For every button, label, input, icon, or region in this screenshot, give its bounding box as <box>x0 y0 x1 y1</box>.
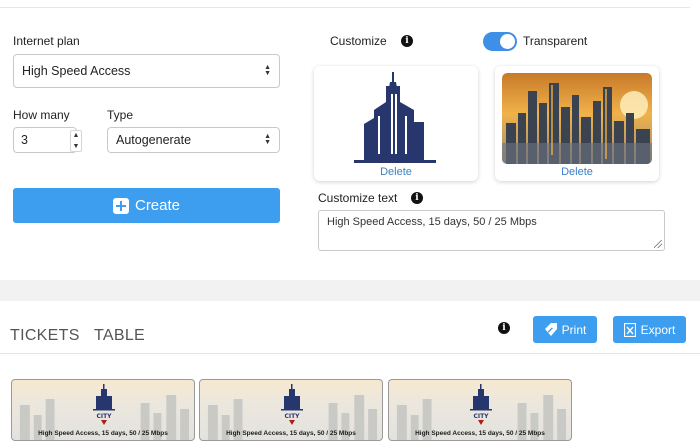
ticket-logo-icon: CITY <box>470 384 492 425</box>
internet-plan-label: Internet plan <box>13 34 80 48</box>
ticket-logo-text: CITY <box>473 413 489 420</box>
ticket-preview[interactable]: CITY High Speed Access, 15 days, 50 / 25… <box>199 379 383 441</box>
tabs-divider <box>0 353 700 354</box>
chevron-up-down-icon: ▲ ▼ <box>264 64 271 77</box>
tab-tickets[interactable]: TICKETS <box>10 327 80 345</box>
transparent-toggle[interactable] <box>483 32 517 51</box>
type-select[interactable]: Autogenerate ▲ ▼ <box>107 127 280 153</box>
customize-text-value: High Speed Access, 15 days, 50 / 25 Mbps <box>327 216 537 228</box>
generator-panel: Internet plan High Speed Access ▲ ▼ How m… <box>0 0 700 280</box>
ticket-logo-text: CITY <box>284 413 300 420</box>
ticket-logo-icon: CITY <box>281 384 303 425</box>
info-icon[interactable]: i <box>411 192 423 204</box>
customize-text-field[interactable]: High Speed Access, 15 days, 50 / 25 Mbps <box>318 210 665 251</box>
create-button[interactable]: Create <box>13 188 280 223</box>
export-button-label: Export <box>640 322 676 337</box>
how-many-input[interactable]: 3 ▲ ▼ <box>13 127 82 153</box>
toggle-knob <box>500 34 515 49</box>
ticket-logo-icon: CITY <box>93 384 115 425</box>
delete-background-link[interactable]: Delete <box>495 166 659 178</box>
internet-plan-value: High Speed Access <box>22 64 131 78</box>
export-icon <box>623 322 636 337</box>
resize-handle-icon[interactable] <box>654 240 662 248</box>
ticket-preview[interactable]: CITY High Speed Access, 15 days, 50 / 25… <box>11 379 195 441</box>
info-icon[interactable]: i <box>498 322 510 334</box>
print-button[interactable]: Print <box>533 316 597 343</box>
logo-card: Delete <box>314 66 478 181</box>
quantity-stepper[interactable]: ▲ ▼ <box>70 130 82 152</box>
top-divider <box>0 7 690 8</box>
delete-logo-link[interactable]: Delete <box>314 166 478 178</box>
export-button[interactable]: Export <box>613 316 686 343</box>
plus-icon <box>112 197 129 214</box>
ticket-preview[interactable]: CITY High Speed Access, 15 days, 50 / 25… <box>388 379 572 441</box>
type-label: Type <box>107 108 134 122</box>
stepper-down-icon[interactable]: ▼ <box>73 143 80 150</box>
info-icon[interactable]: i <box>401 35 413 47</box>
tab-table[interactable]: TABLE <box>94 327 145 345</box>
ticket-text: High Speed Access, 15 days, 50 / 25 Mbps <box>226 430 356 437</box>
how-many-label: How many <box>13 108 70 122</box>
customize-label: Customize <box>330 34 387 48</box>
ticket-text: High Speed Access, 15 days, 50 / 25 Mbps <box>38 430 168 437</box>
chevron-up-down-icon: ▲ ▼ <box>264 133 271 146</box>
ticket-logo-text: CITY <box>96 413 112 420</box>
internet-plan-select[interactable]: High Speed Access ▲ ▼ <box>13 54 280 88</box>
city-skyline-photo <box>502 73 652 164</box>
city-logo-image <box>354 72 436 163</box>
tag-icon <box>544 323 557 336</box>
transparent-label: Transparent <box>523 34 588 48</box>
create-button-label: Create <box>134 197 181 214</box>
customize-text-label: Customize text <box>318 191 398 205</box>
background-card: Delete <box>495 66 659 181</box>
type-value: Autogenerate <box>116 133 192 147</box>
stepper-up-icon[interactable]: ▲ <box>73 132 80 139</box>
ticket-text: High Speed Access, 15 days, 50 / 25 Mbps <box>415 430 545 437</box>
print-button-label: Print <box>561 322 587 337</box>
how-many-value: 3 <box>21 133 28 147</box>
